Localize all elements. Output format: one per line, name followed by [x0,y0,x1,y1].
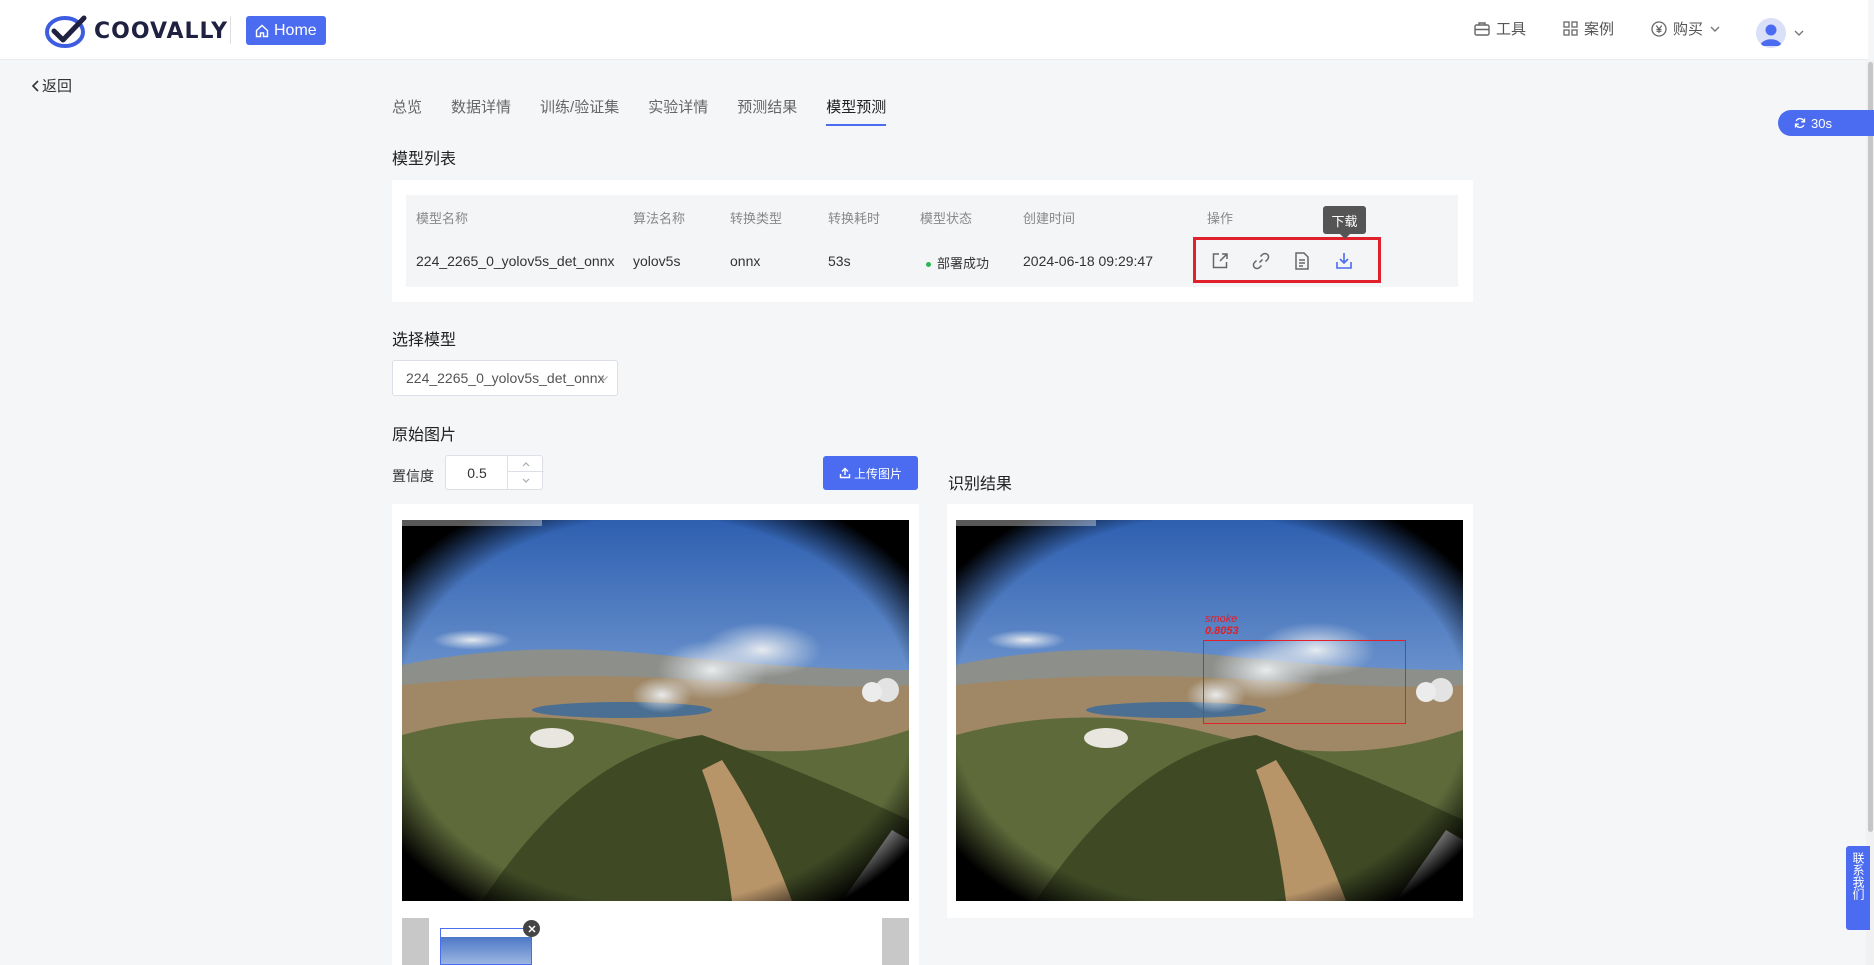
actions-highlight-box [1193,237,1381,283]
close-icon [527,924,536,933]
chevron-left-icon [31,79,39,92]
landscape-image [402,520,909,901]
cell-convert-type: onnx [730,253,761,269]
chevron-down-icon [522,478,530,483]
stepper-arrows [507,456,544,489]
cell-model-name: 224_2265_0_yolov5s_det_onnx [416,253,615,269]
home-icon [255,24,269,37]
user-icon [1760,24,1782,46]
back-link[interactable]: 返回 [30,75,72,96]
stepper-up-button[interactable] [508,456,544,472]
toolbox-icon [1474,22,1490,36]
col-model-name: 模型名称 [416,211,469,226]
chevron-down-icon [600,376,608,381]
stepper-down-button[interactable] [508,473,544,489]
cell-algorithm: yolov5s [633,253,681,269]
chevron-up-icon [522,461,530,466]
chevron-down-icon [1710,26,1720,32]
col-created: 创建时间 [1023,211,1076,226]
col-actions: 操作 [1207,211,1234,226]
tab-overview[interactable]: 总览 [392,96,422,126]
detection-score: 0.8053 [1205,625,1239,637]
select-model-title: 选择模型 [392,332,457,349]
model-select-value: 224_2265_0_yolov5s_det_onnx [406,370,605,386]
contact-us-button[interactable]: 联系我们 [1846,846,1870,930]
upload-label: 上传图片 [853,466,902,481]
tab-train-val[interactable]: 训练/验证集 [540,96,619,126]
tab-experiment[interactable]: 实验详情 [648,96,708,126]
logo-icon [45,15,87,48]
cell-status: 部署成功 [926,253,989,272]
back-label: 返回 [42,78,73,95]
model-select[interactable]: 224_2265_0_yolov5s_det_onnx [392,360,618,396]
refresh-button[interactable]: 30s [1778,110,1874,136]
confidence-input[interactable]: 0.5 [446,456,508,489]
original-image [402,520,909,901]
upload-image-button[interactable]: 上传图片 [823,456,918,490]
home-button[interactable]: Home [246,16,326,45]
top-header: COOVALLY Home 工具 案例 购买 [0,0,1868,60]
contact-label: 联系我们 [1851,852,1865,900]
home-label: Home [274,21,317,39]
thumbnail-remove-button[interactable] [523,920,540,937]
tab-bar: 总览 数据详情 训练/验证集 实验详情 预测结果 模型预测 [392,96,915,126]
refresh-label: 30s [1811,115,1832,131]
cell-convert-time: 53s [828,253,851,269]
refresh-icon [1794,117,1806,129]
image-thumbnail[interactable] [440,928,532,965]
nav-buy[interactable]: 购买 [1651,18,1727,39]
detection-box [1203,640,1406,724]
upload-icon [839,467,851,479]
scrollbar-thumb[interactable] [1868,62,1873,832]
tab-model-prediction[interactable]: 模型预测 [826,96,887,126]
col-status: 模型状态 [920,211,973,226]
result-title: 识别结果 [948,476,1013,493]
thumb-scroll-right[interactable] [882,918,909,965]
nav-cases[interactable]: 案例 [1563,18,1614,39]
detection-label: smoke 0.8053 [1205,613,1239,637]
avatar-chevron-down-icon[interactable] [1793,27,1805,39]
nav-cases-label: 案例 [1584,21,1615,38]
nav-buy-label: 购买 [1673,21,1704,38]
col-algorithm: 算法名称 [633,211,686,226]
model-list-title: 模型列表 [392,151,457,168]
status-label: 部署成功 [937,256,990,271]
detection-class: smoke [1205,613,1238,625]
original-image-title: 原始图片 [392,427,457,444]
nav-tools-label: 工具 [1496,21,1527,38]
col-convert-time: 转换耗时 [828,211,881,226]
nav-tools[interactable]: 工具 [1474,18,1526,39]
yen-icon [1651,20,1667,37]
confidence-label: 置信度 [392,468,434,484]
thumb-scroll-left[interactable] [402,918,429,965]
col-convert-type: 转换类型 [730,211,783,226]
grid-icon [1563,21,1578,36]
brand-name: COOVALLY [94,18,229,44]
tab-prediction-results[interactable]: 预测结果 [737,96,797,126]
confidence-stepper[interactable]: 0.5 [445,455,544,490]
logo[interactable]: COOVALLY [44,14,228,48]
download-tooltip: 下载 [1323,206,1366,239]
cell-created: 2024-06-18 09:29:47 [1023,253,1153,269]
status-dot [926,262,931,268]
avatar[interactable] [1756,18,1786,48]
tab-data-details[interactable]: 数据详情 [451,96,511,126]
header-divider [230,16,231,44]
